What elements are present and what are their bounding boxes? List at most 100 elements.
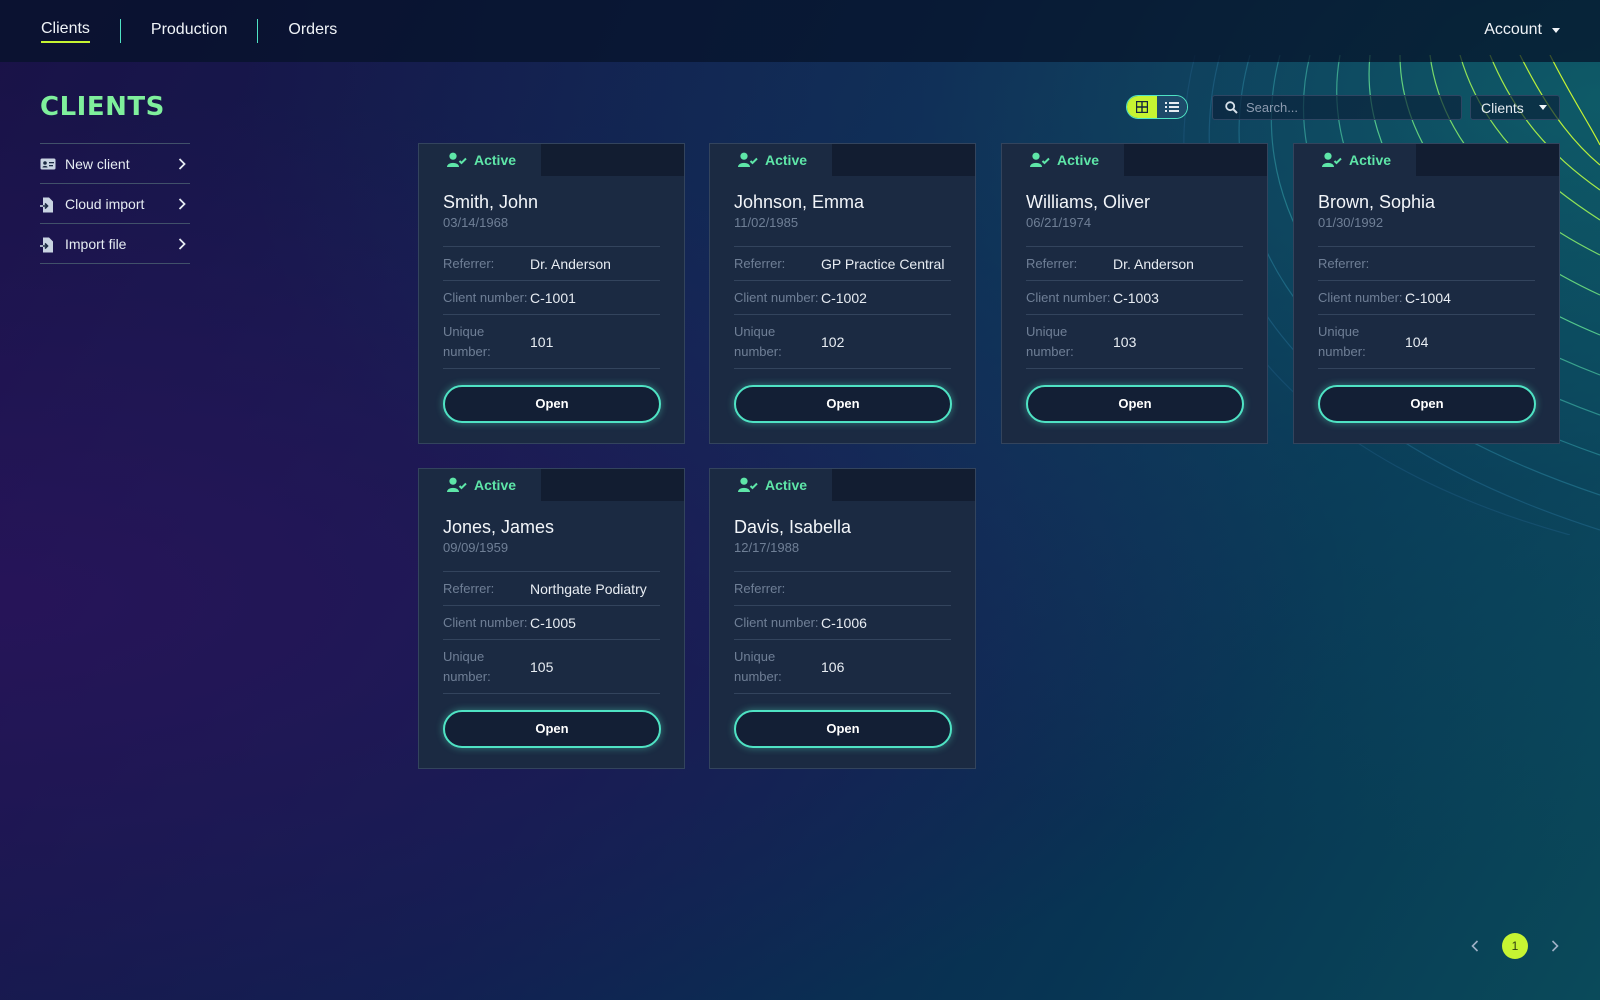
unique-number-label: Unique number: <box>443 648 491 684</box>
open-client-button[interactable]: Open <box>1318 385 1536 423</box>
status-badge: Active <box>710 144 832 176</box>
search-scope-select[interactable]: Clients <box>1470 95 1560 120</box>
open-client-button[interactable]: Open <box>734 385 952 423</box>
nav-orders[interactable]: Orders <box>288 21 337 42</box>
unique-number-row: Unique number: 106 <box>734 640 951 694</box>
open-client-button[interactable]: Open <box>734 710 952 748</box>
status-label: Active <box>765 152 808 168</box>
referrer-value: Northgate Podiatry <box>530 580 647 597</box>
sidebar-item-cloud-import[interactable]: Cloud import <box>40 184 190 224</box>
main-nav: Clients Production Orders <box>41 19 337 43</box>
status-label: Active <box>765 477 808 493</box>
client-number-label: Client number: <box>734 614 819 630</box>
user-check-icon <box>447 477 467 493</box>
list-view-button[interactable] <box>1157 96 1187 118</box>
user-check-icon <box>738 152 758 168</box>
sidebar-item-label: Import file <box>65 235 127 252</box>
open-client-button[interactable]: Open <box>443 385 661 423</box>
client-number-row: Client number: C-1003 <box>1026 281 1243 315</box>
nav-divider <box>257 19 259 43</box>
referrer-value: Dr. Anderson <box>1113 255 1194 272</box>
chevron-right-icon <box>178 237 186 253</box>
client-dob: 03/14/1968 <box>443 215 660 247</box>
sidebar-item-import-file[interactable]: Import file <box>40 224 190 264</box>
client-number-row: Client number: C-1001 <box>443 281 660 315</box>
status-label: Active <box>474 477 517 493</box>
sidebar-item-new-client[interactable]: New client <box>40 144 190 184</box>
chevron-right-icon <box>1551 940 1559 952</box>
client-number-value: C-1006 <box>821 614 867 631</box>
client-name: Davis, Isabella <box>734 517 852 537</box>
next-page-button[interactable] <box>1545 934 1565 958</box>
client-name: Smith, John <box>443 192 539 212</box>
grid-icon <box>1136 101 1148 113</box>
search-input[interactable] <box>1246 100 1446 115</box>
pagination: 1 <box>1465 933 1565 959</box>
status-badge: Active <box>419 144 541 176</box>
client-number-label: Client number: <box>734 289 819 305</box>
caret-down-icon <box>1539 105 1547 110</box>
status-badge: Active <box>710 469 832 501</box>
client-number-value: C-1003 <box>1113 289 1159 306</box>
chevron-right-icon <box>178 197 186 213</box>
client-number-value: C-1004 <box>1405 289 1451 306</box>
status-label: Active <box>1349 152 1392 168</box>
chevron-right-icon <box>178 157 186 173</box>
unique-number-label: Unique number: <box>1026 323 1074 359</box>
client-dob: 09/09/1959 <box>443 540 660 572</box>
referrer-label: Referrer: <box>734 580 786 596</box>
open-client-button[interactable]: Open <box>1026 385 1244 423</box>
client-dob: 12/17/1988 <box>734 540 951 572</box>
client-number-label: Client number: <box>1026 289 1111 305</box>
user-check-icon <box>1322 152 1342 168</box>
client-card: Active Brown, Sophia 01/30/1992 Referrer… <box>1293 143 1560 444</box>
unique-number-row: Unique number: 105 <box>443 640 660 694</box>
client-dob: 11/02/1985 <box>734 215 951 247</box>
referrer-row: Referrer: GP Practice Central <box>734 247 951 281</box>
unique-number-label: Unique number: <box>443 323 491 359</box>
page-number-button[interactable]: 1 <box>1502 933 1528 959</box>
nav-clients[interactable]: Clients <box>41 20 90 43</box>
card-header: Active <box>1002 144 1267 176</box>
card-header: Active <box>419 469 684 501</box>
unique-number-value: 103 <box>1113 333 1137 350</box>
user-check-icon <box>738 477 758 493</box>
search-icon <box>1225 101 1238 114</box>
unique-number-label: Unique number: <box>734 648 782 684</box>
previous-page-button[interactable] <box>1465 934 1485 958</box>
account-menu[interactable]: Account <box>1484 21 1560 39</box>
client-name: Brown, Sophia <box>1318 192 1436 212</box>
unique-number-value: 105 <box>530 658 554 675</box>
search-box <box>1212 95 1462 120</box>
status-label: Active <box>1057 152 1100 168</box>
chevron-left-icon <box>1471 940 1479 952</box>
client-number-value: C-1005 <box>530 614 576 631</box>
status-badge: Active <box>1002 144 1124 176</box>
client-number-label: Client number: <box>443 289 528 305</box>
user-check-icon <box>1030 152 1050 168</box>
referrer-row: Referrer: Northgate Podiatry <box>443 572 660 606</box>
open-client-button[interactable]: Open <box>443 710 661 748</box>
sidebar-menu: New client Cloud import Import file <box>40 143 190 264</box>
client-number-value: C-1002 <box>821 289 867 306</box>
unique-number-row: Unique number: 101 <box>443 315 660 369</box>
nav-production[interactable]: Production <box>151 21 228 42</box>
page-title: CLIENTS <box>40 92 165 122</box>
referrer-value: GP Practice Central <box>821 255 945 272</box>
unique-number-row: Unique number: 102 <box>734 315 951 369</box>
grid-view-button[interactable] <box>1127 96 1157 118</box>
unique-number-row: Unique number: 103 <box>1026 315 1243 369</box>
card-header: Active <box>710 144 975 176</box>
card-header: Active <box>419 144 684 176</box>
client-number-label: Client number: <box>443 614 528 630</box>
referrer-row: Referrer: Dr. Anderson <box>443 247 660 281</box>
nav-divider <box>119 19 121 43</box>
card-header: Active <box>1294 144 1559 176</box>
top-navigation-bar: Clients Production Orders Account <box>0 0 1600 62</box>
client-card: Active Williams, Oliver 06/21/1974 Refer… <box>1001 143 1268 444</box>
referrer-row: Referrer: <box>734 572 951 606</box>
client-card: Active Davis, Isabella 12/17/1988 Referr… <box>709 468 976 769</box>
unique-number-label: Unique number: <box>734 323 782 359</box>
client-number-row: Client number: C-1004 <box>1318 281 1535 315</box>
referrer-row: Referrer: Dr. Anderson <box>1026 247 1243 281</box>
